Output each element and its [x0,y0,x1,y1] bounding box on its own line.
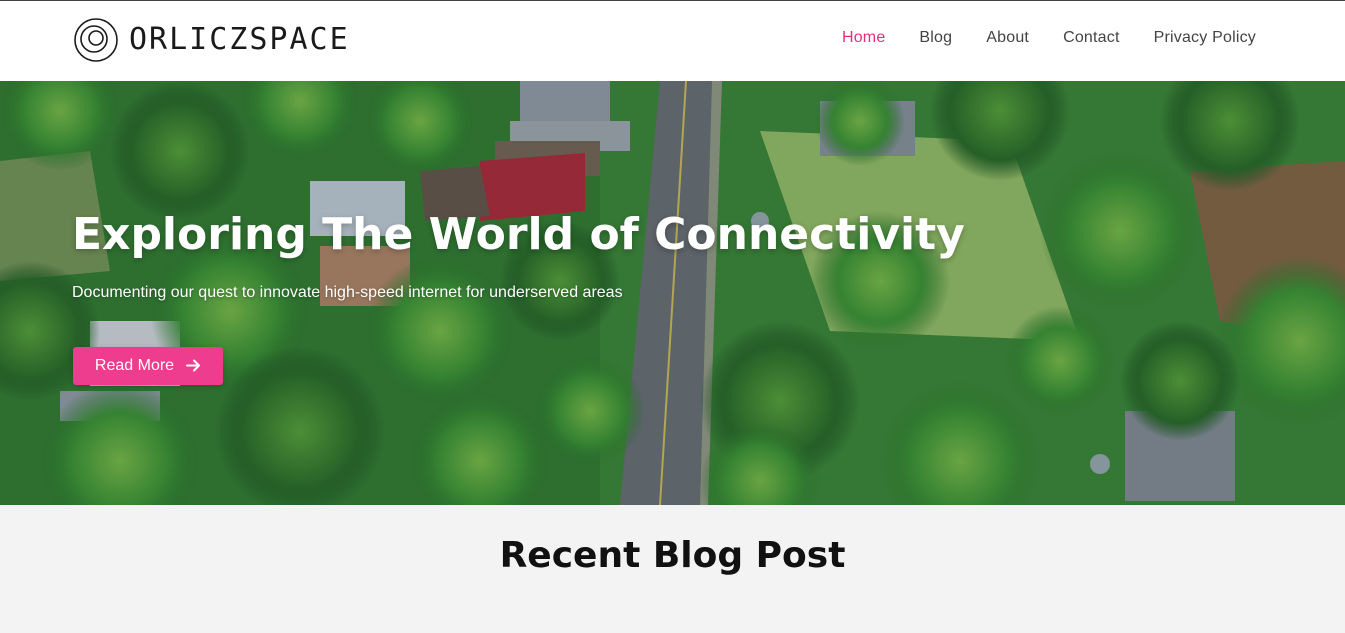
nav-contact[interactable]: Contact [1063,29,1120,46]
arrow-right-icon [186,358,201,375]
brand-link[interactable]: ORLICZSPACE [73,17,350,63]
nav-about[interactable]: About [986,29,1029,46]
hero-title: Exploring The World of Connectivity [72,209,965,260]
nav-home[interactable]: Home [842,29,885,46]
site-header: ORLICZSPACE Home Blog About Contact Priv… [0,1,1345,81]
read-more-label: Read More [94,357,175,374]
hero-section: Exploring The World of Connectivity Docu… [0,81,1345,505]
brand-name: ORLICZSPACE [129,22,350,57]
recent-posts-title: Recent Blog Post [499,535,846,576]
hero-subtitle: Documenting our quest to innovate high-s… [72,284,623,301]
nav-privacy-policy[interactable]: Privacy Policy [1154,29,1256,46]
recent-posts-section: Recent Blog Post [0,505,1345,633]
concentric-circles-logo-icon [74,18,118,62]
nav-blog[interactable]: Blog [919,29,952,46]
main-nav: Home Blog About Contact Privacy Policy [842,29,1256,47]
read-more-button[interactable]: Read More [73,347,223,385]
